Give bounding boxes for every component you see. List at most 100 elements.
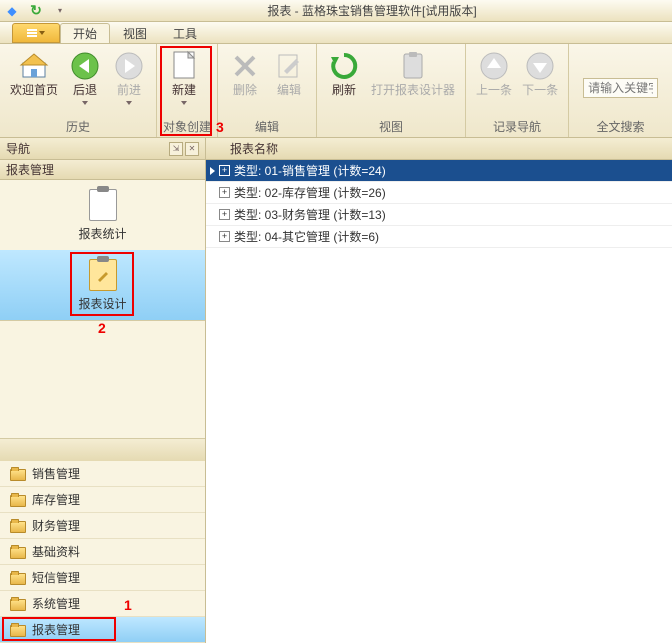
prev-record-button: 上一条 xyxy=(472,48,516,99)
sidebar-item-label: 报表管理 xyxy=(32,621,80,638)
sidebar-item-label: 短信管理 xyxy=(32,569,80,586)
sidebar-item-label: 销售管理 xyxy=(32,465,80,482)
sidebar-item-inventory[interactable]: 库存管理 xyxy=(0,487,205,513)
new-file-icon xyxy=(168,50,200,82)
new-label: 新建 xyxy=(172,84,196,97)
expand-icon[interactable]: + xyxy=(219,231,230,242)
arrow-down-icon xyxy=(524,50,556,82)
ribbon-group-view: 刷新 打开报表设计器 视图 xyxy=(317,44,466,137)
row-label: 类型: 02-库存管理 (计数=26) xyxy=(234,184,386,201)
table-row[interactable]: + 类型: 04-其它管理 (计数=6) xyxy=(206,226,672,248)
back-button[interactable]: 后退 xyxy=(64,48,106,107)
ribbon: 欢迎首页 后退 前进 历史 xyxy=(0,44,672,138)
home-button[interactable]: 欢迎首页 xyxy=(6,48,62,99)
pencil-icon xyxy=(273,50,305,82)
menu-strip: 开始 视图 工具 xyxy=(0,22,672,44)
folder-icon xyxy=(10,573,26,585)
expand-icon[interactable]: + xyxy=(219,187,230,198)
row-label: 类型: 01-销售管理 (计数=24) xyxy=(234,162,386,179)
annotation-3: 3 xyxy=(216,119,224,135)
group-label-create: 对象创建 xyxy=(163,116,211,137)
forward-button: 前进 xyxy=(108,48,150,107)
current-row-icon xyxy=(210,167,215,175)
sidebar-item-report[interactable]: 报表管理 xyxy=(0,617,205,643)
open-designer-label: 打开报表设计器 xyxy=(371,84,455,97)
sidebar-subtitle: 报表管理 xyxy=(0,160,205,180)
tab-tools[interactable]: 工具 xyxy=(160,23,210,43)
refresh-button[interactable]: 刷新 xyxy=(323,48,365,99)
tab-start[interactable]: 开始 xyxy=(60,23,110,43)
chevron-down-icon xyxy=(126,101,132,105)
folder-icon xyxy=(10,599,26,611)
expand-icon[interactable]: + xyxy=(219,209,230,220)
refresh-label: 刷新 xyxy=(332,84,356,97)
chevron-down-icon xyxy=(181,101,187,105)
home-label: 欢迎首页 xyxy=(10,84,58,97)
app-icon: ◆ xyxy=(4,3,20,19)
chevron-down-icon xyxy=(82,101,88,105)
group-label-search: 全文搜索 xyxy=(575,116,666,137)
sidebar-title: 导航 ⇲ ✕ xyxy=(0,138,205,160)
nav-report-stats-label: 报表统计 xyxy=(78,225,126,242)
table-row[interactable]: + 类型: 02-库存管理 (计数=26) xyxy=(206,182,672,204)
sidebar-item-sms[interactable]: 短信管理 xyxy=(0,565,205,591)
sidebar-item-label: 库存管理 xyxy=(32,491,80,508)
sidebar-item-basic[interactable]: 基础资料 xyxy=(0,539,205,565)
row-label: 类型: 03-财务管理 (计数=13) xyxy=(234,206,386,223)
sidebar-item-system[interactable]: 系统管理 xyxy=(0,591,205,617)
refresh-small-icon[interactable]: ↻ xyxy=(28,3,44,19)
refresh-icon xyxy=(328,50,360,82)
clipboard-edit-icon xyxy=(89,259,117,291)
sidebar-pin-icon[interactable]: ⇲ xyxy=(169,142,183,156)
group-label-nav: 记录导航 xyxy=(472,116,562,137)
edit-button: 编辑 xyxy=(268,48,310,99)
ribbon-group-search: 全文搜索 xyxy=(569,44,672,137)
delete-label: 删除 xyxy=(233,84,257,97)
ribbon-group-history: 欢迎首页 后退 前进 历史 xyxy=(0,44,157,137)
next-record-button: 下一条 xyxy=(518,48,562,99)
search-input[interactable] xyxy=(583,78,658,98)
group-label-view: 视图 xyxy=(323,116,459,137)
sidebar: 导航 ⇲ ✕ 报表管理 报表统计 报表设计 2 销售管理 xyxy=(0,138,206,643)
folder-icon xyxy=(10,521,26,533)
sidebar-bottom-nav: 销售管理 库存管理 财务管理 基础资料 短信管理 系统管理 报表管理 1 xyxy=(0,438,205,643)
arrow-up-icon xyxy=(478,50,510,82)
folder-icon xyxy=(10,469,26,481)
nav-report-design[interactable]: 报表设计 xyxy=(0,250,205,320)
file-menu-button[interactable] xyxy=(12,23,60,43)
new-button[interactable]: 新建 xyxy=(163,48,205,107)
back-icon xyxy=(69,50,101,82)
sidebar-item-label: 财务管理 xyxy=(32,517,80,534)
expand-icon[interactable]: + xyxy=(219,165,230,176)
annotation-1: 1 xyxy=(124,597,132,613)
group-label-edit: 编辑 xyxy=(224,116,310,137)
back-label: 后退 xyxy=(73,84,97,97)
nav-report-stats[interactable]: 报表统计 xyxy=(0,180,205,250)
ribbon-group-nav: 上一条 下一条 记录导航 xyxy=(466,44,569,137)
nav-report-design-label: 报表设计 xyxy=(78,295,126,312)
clipboard-icon xyxy=(89,189,117,221)
sidebar-item-sales[interactable]: 销售管理 xyxy=(0,461,205,487)
ribbon-group-edit: 删除 编辑 编辑 xyxy=(218,44,317,137)
content-pane: 报表名称 + 类型: 01-销售管理 (计数=24) + 类型: 02-库存管理… xyxy=(206,138,672,643)
folder-icon xyxy=(10,495,26,507)
delete-icon xyxy=(229,50,261,82)
prev-label: 上一条 xyxy=(476,84,512,97)
forward-icon xyxy=(113,50,145,82)
table-row[interactable]: + 类型: 03-财务管理 (计数=13) xyxy=(206,204,672,226)
delete-button: 删除 xyxy=(224,48,266,99)
ribbon-group-create: 新建 对象创建 xyxy=(157,44,218,137)
next-label: 下一条 xyxy=(522,84,558,97)
main-area: 导航 ⇲ ✕ 报表管理 报表统计 报表设计 2 销售管理 xyxy=(0,138,672,643)
sidebar-item-label: 基础资料 xyxy=(32,543,80,560)
edit-label: 编辑 xyxy=(277,84,301,97)
dropdown-small-icon[interactable]: ▾ xyxy=(52,3,68,19)
column-header[interactable]: 报表名称 xyxy=(206,138,672,160)
table-row[interactable]: + 类型: 01-销售管理 (计数=24) xyxy=(206,160,672,182)
tab-view[interactable]: 视图 xyxy=(110,23,160,43)
sidebar-close-icon[interactable]: ✕ xyxy=(185,142,199,156)
window-title: 报表 - 蓝格珠宝销售管理软件[试用版本] xyxy=(72,2,672,19)
sidebar-item-finance[interactable]: 财务管理 xyxy=(0,513,205,539)
clipboard-icon xyxy=(397,50,429,82)
annotation-2: 2 xyxy=(98,320,106,336)
